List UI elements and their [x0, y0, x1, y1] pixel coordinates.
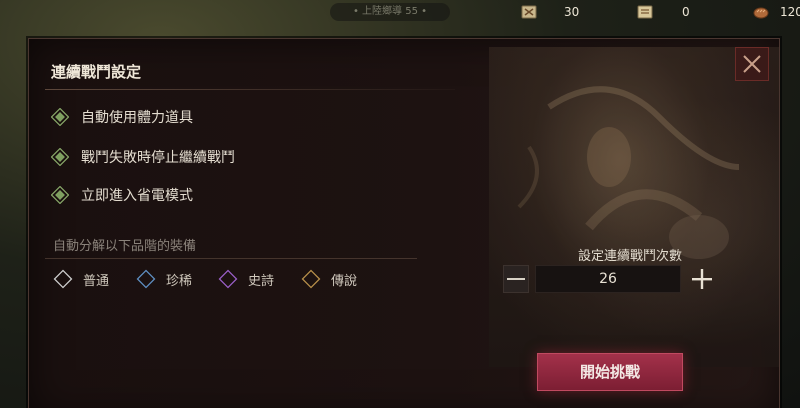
option-stop-on-fail[interactable]: 戰鬥失敗時停止繼續戰鬥 [51, 147, 235, 167]
option-label: 戰鬥失敗時停止繼續戰鬥 [81, 150, 235, 166]
unchecked-diamond-icon [301, 269, 321, 289]
checked-diamond-icon [51, 186, 69, 204]
grade-legendary[interactable]: 傳說 [301, 269, 357, 289]
bread-icon [753, 7, 769, 19]
continuous-battle-dialog: 連續戰鬥設定 自動使用體力道具 戰鬥失敗時停止繼續戰鬥 立即進入省電模式 自動分… [28, 38, 780, 408]
resource-bar: • 上陸鄉導 55 • 30 0 120 [0, 0, 800, 26]
grade-epic[interactable]: 史詩 [218, 269, 274, 289]
option-label: 立即進入省電模式 [81, 188, 193, 204]
close-icon [743, 55, 761, 73]
battle-ticket-count: 30 [564, 5, 580, 19]
close-button[interactable] [735, 47, 769, 81]
grade-divider [45, 258, 417, 259]
plus-icon [692, 269, 712, 289]
grade-label: 傳說 [331, 273, 358, 289]
checked-diamond-icon [51, 108, 69, 126]
checked-diamond-icon [51, 148, 69, 166]
auto-dismantle-heading: 自動分解以下品階的裝備 [53, 239, 197, 254]
grade-common[interactable]: 普通 [53, 269, 109, 289]
battle-ticket-icon [521, 5, 537, 19]
title-divider [45, 89, 455, 90]
bread-count: 120 [780, 5, 800, 19]
dialog-title: 連續戰鬥設定 [51, 63, 142, 81]
scroll-ticket-icon [637, 5, 653, 19]
battle-count-field[interactable]: 26 [535, 265, 681, 293]
battle-count-label: 設定連續戰鬥次數 [577, 249, 682, 264]
grade-label: 史詩 [248, 273, 275, 289]
scroll-ticket-count: 0 [682, 5, 690, 19]
decrease-count-button[interactable] [503, 265, 529, 293]
world-label: • 上陸鄉導 55 • [330, 3, 450, 21]
option-auto-stamina[interactable]: 自動使用體力道具 [51, 107, 193, 127]
resource-battle-ticket: 30 [520, 2, 579, 22]
increase-count-button[interactable] [689, 265, 715, 293]
grade-rare[interactable]: 珍稀 [136, 269, 192, 289]
battle-artwork [489, 47, 779, 367]
unchecked-diamond-icon [136, 269, 156, 289]
option-power-saving[interactable]: 立即進入省電模式 [51, 185, 193, 205]
resource-scroll-ticket: 0 [636, 2, 690, 22]
unchecked-diamond-icon [218, 269, 238, 289]
start-challenge-button[interactable]: 開始挑戰 [537, 353, 683, 391]
minus-icon [507, 278, 525, 280]
unchecked-diamond-icon [53, 269, 73, 289]
grade-label: 珍稀 [166, 273, 193, 289]
grade-label: 普通 [83, 273, 110, 289]
resource-bread: 120 [752, 2, 800, 22]
option-label: 自動使用體力道具 [81, 110, 193, 126]
